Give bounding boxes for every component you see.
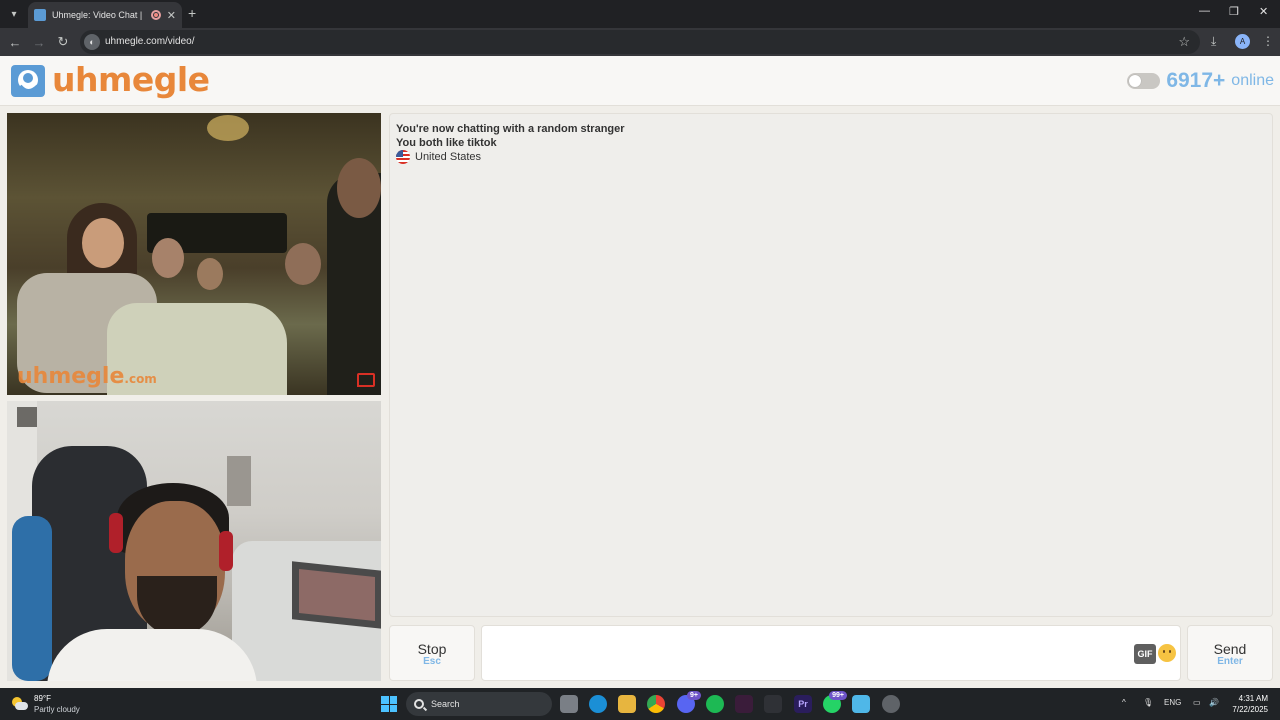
minimize-icon[interactable]: — <box>1199 5 1210 17</box>
bookmark-star-icon[interactable]: ☆ <box>1178 34 1190 50</box>
site-header: uhmegle 6917+ online <box>0 56 1280 106</box>
send-label: Send <box>1213 641 1247 657</box>
country-name: United States <box>415 151 482 163</box>
online-count: 6917+ <box>1166 69 1226 92</box>
stop-shortcut: Esc <box>423 656 441 667</box>
reload-icon[interactable]: ↻ <box>54 33 72 51</box>
url-text: uhmegle.com/video/ <box>105 36 195 47</box>
chat-log: You're now chatting with a random strang… <box>389 113 1273 617</box>
search-icon <box>414 699 424 709</box>
profile-avatar[interactable]: A <box>1235 34 1250 49</box>
stranger-country: United States <box>396 150 1266 164</box>
snipping-tool-icon[interactable] <box>882 695 900 713</box>
page-content: uhmegle 6917+ online uhmegle.com You're … <box>0 56 1280 688</box>
tab-search-icon[interactable]: ▾ <box>4 4 24 24</box>
site-logo[interactable]: uhmegle <box>52 60 210 99</box>
menu-kebab-icon[interactable]: ⋮ <box>1262 34 1274 48</box>
chrome-icon[interactable] <box>647 695 665 713</box>
us-flag-icon <box>396 150 410 164</box>
volume-icon[interactable]: 🔊 <box>1209 698 1219 707</box>
task-view-icon[interactable] <box>560 695 578 713</box>
clock-time: 4:31 AM <box>1238 694 1268 703</box>
forward-icon[interactable]: → <box>30 33 48 51</box>
discord-badge: 9+ <box>687 691 701 700</box>
site-favicon-icon <box>34 9 46 21</box>
file-explorer-icon[interactable] <box>618 695 636 713</box>
edge-icon[interactable] <box>589 695 607 713</box>
weather-temp: 89°F <box>34 694 51 703</box>
download-icon[interactable]: ⤓ <box>1211 34 1216 49</box>
new-tab-icon[interactable]: + <box>188 5 196 21</box>
message-input[interactable]: GIF <box>481 625 1181 681</box>
chat-common-interest: You both like tiktok <box>396 137 497 149</box>
stop-label: Stop <box>417 641 447 657</box>
whatsapp-icon[interactable]: 99+ <box>823 691 847 713</box>
network-icon[interactable]: ▭ <box>1193 698 1201 707</box>
windows-taskbar: 89°F Partly cloudy Search 9+ Pr 99+ ^ 🎙 … <box>0 688 1280 720</box>
self-video <box>7 401 381 681</box>
restore-icon[interactable]: ❐ <box>1229 5 1239 18</box>
address-bar[interactable]: ◐ uhmegle.com/video/ ☆ <box>80 30 1200 54</box>
weather-desc: Partly cloudy <box>34 705 80 714</box>
chat-status-line: You're now chatting with a random strang… <box>396 123 625 135</box>
theme-toggle[interactable] <box>1127 73 1161 89</box>
emoji-icon[interactable] <box>1158 644 1176 662</box>
taskbar-clock[interactable]: 4:31 AM 7/22/2025 <box>1228 693 1268 715</box>
back-icon[interactable]: ← <box>6 33 24 51</box>
report-flag-icon[interactable] <box>357 373 375 387</box>
spotify-icon[interactable] <box>706 695 724 713</box>
video-watermark: uhmegle.com <box>17 364 157 389</box>
start-button[interactable] <box>381 696 397 712</box>
close-tab-icon[interactable]: ✕ <box>167 9 176 22</box>
stranger-video[interactable]: uhmegle.com <box>7 113 381 395</box>
browser-tab-strip: ▾ Uhmegle: Video Chat | Ome ✕ + — ❐ ✕ <box>0 0 1280 28</box>
tray-overflow-icon[interactable]: ^ <box>1122 698 1126 707</box>
tab-title: Uhmegle: Video Chat | Ome <box>52 10 145 20</box>
premiere-pro-icon[interactable]: Pr <box>794 695 812 713</box>
microphone-icon[interactable]: 🎙 <box>1143 698 1153 707</box>
recording-icon <box>150 10 161 20</box>
weather-widget[interactable]: 89°F Partly cloudy <box>10 693 80 715</box>
online-label: online <box>1231 72 1274 89</box>
close-window-icon[interactable]: ✕ <box>1259 5 1268 18</box>
browser-toolbar: ← → ↻ ◐ uhmegle.com/video/ ☆ ⤓ A ⋮ <box>0 28 1280 56</box>
gif-button[interactable]: GIF <box>1134 644 1156 664</box>
stop-button[interactable]: Stop Esc <box>389 625 475 681</box>
send-button[interactable]: Send Enter <box>1187 625 1273 681</box>
whatsapp-badge: 99+ <box>829 691 847 700</box>
logo-mark-icon <box>11 65 45 97</box>
site-info-icon[interactable]: ◐ <box>84 34 100 50</box>
browser-tab-active[interactable]: Uhmegle: Video Chat | Ome ✕ <box>28 2 182 28</box>
search-label: Search <box>431 699 460 709</box>
app-icon[interactable] <box>764 695 782 713</box>
clock-date: 7/22/2025 <box>1232 705 1268 714</box>
send-shortcut: Enter <box>1217 656 1243 667</box>
discord-icon[interactable]: 9+ <box>677 691 701 713</box>
online-indicator: 6917+ online <box>1127 69 1274 93</box>
notepad-icon[interactable] <box>852 695 870 713</box>
language-indicator[interactable]: ENG <box>1164 698 1181 707</box>
visual-studio-icon[interactable] <box>735 695 753 713</box>
partly-cloudy-icon <box>10 697 28 711</box>
taskbar-search[interactable]: Search <box>406 692 552 716</box>
